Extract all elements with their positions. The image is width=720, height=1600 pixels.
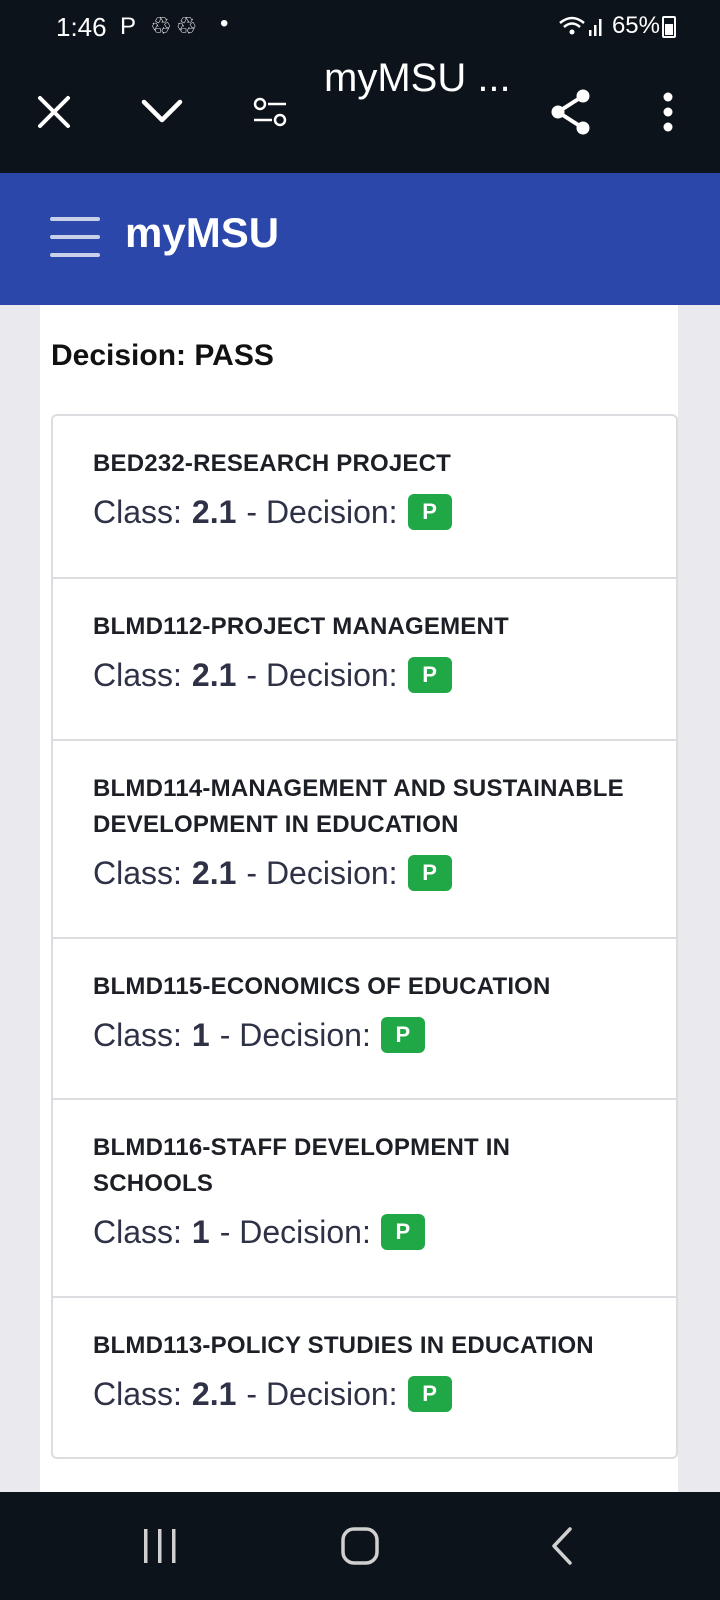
browser-page-title: myMSU ... [324,56,511,100]
list-item: BLMD113-POLICY STUDIES IN EDUCATION Clas… [53,1296,676,1457]
class-value: 1 [191,1017,210,1053]
course-name: BED232-RESEARCH PROJECT [93,450,452,477]
status-time: 1:46 [56,12,107,42]
course-detail: Class: 1 - Decision: P [93,1212,636,1252]
course-detail: Class: 2.1 - Decision: P [93,492,636,532]
class-value: 2.1 [191,657,237,693]
class-label: Class: [93,1214,182,1250]
decision-label: - Decision: [219,1017,371,1053]
decision-badge: P [380,1017,425,1053]
list-item: BLMD115-ECONOMICS OF EDUCATION Class: 1 … [53,937,676,1098]
class-label: Class: [93,1376,182,1412]
decision-label: - Decision: [246,657,398,693]
home-icon[interactable] [328,1514,392,1578]
list-item: BLMD112-PROJECT MANAGEMENT Class: 2.1 - … [53,577,676,739]
notification-dot: • [220,10,229,37]
notification-icons: P ♲♲ [120,13,202,40]
browser-toolbar: myMSU ... [0,52,720,173]
decision-badge: P [407,855,452,891]
class-label: Class: [93,657,182,693]
decision-label: - Decision: [246,855,398,891]
course-name: BLMD112-PROJECT MANAGEMENT [93,613,509,640]
decision-badge: P [380,1214,425,1250]
back-icon[interactable] [530,1514,594,1578]
class-label: Class: [93,494,182,530]
class-label: Class: [93,855,182,891]
class-label: Class: [93,1017,182,1053]
overall-decision: Decision: PASS [51,339,274,372]
course-detail: Class: 1 - Decision: P [93,1015,636,1055]
decision-label: - Decision: [246,494,398,530]
course-detail: Class: 2.1 - Decision: P [93,853,636,893]
app-title: myMSU [125,209,280,256]
system-navigation-bar [0,1492,720,1600]
menu-icon[interactable] [50,217,100,257]
results-panel: Decision: PASS BED232-RESEARCH PROJECT C… [40,305,678,1492]
status-bar: 1:46 P ♲♲ • 65% [0,0,720,52]
decision-label: - Decision: [219,1214,371,1250]
course-results-list: BED232-RESEARCH PROJECT Class: 2.1 - Dec… [51,414,678,1459]
more-vertical-icon[interactable] [638,82,698,142]
class-value: 2.1 [191,855,237,891]
close-icon[interactable] [24,82,84,142]
course-name: BLMD114-MANAGEMENT AND SUSTAINABLE DEVEL… [93,775,624,838]
list-item: BLMD114-MANAGEMENT AND SUSTAINABLE DEVEL… [53,739,676,937]
course-name: BLMD115-ECONOMICS OF EDUCATION [93,973,551,1000]
settings-sliders-icon[interactable] [240,82,300,142]
list-item: BED232-RESEARCH PROJECT Class: 2.1 - Dec… [53,416,676,577]
course-name: BLMD116-STAFF DEVELOPMENT IN SCHOOLS [93,1134,511,1197]
share-icon[interactable] [541,82,601,142]
wifi-signal-icon [559,16,602,36]
class-value: 1 [191,1214,210,1250]
battery-percent: 65% [611,12,660,39]
app-header: myMSU [0,173,720,305]
course-detail: Class: 2.1 - Decision: P [93,655,636,695]
decision-badge: P [407,657,452,693]
chevron-down-icon[interactable] [132,82,192,142]
course-name: BLMD113-POLICY STUDIES IN EDUCATION [93,1332,594,1359]
battery-icon [662,16,676,38]
status-right: 65% [558,12,660,40]
decision-badge: P [407,494,452,530]
list-item: BLMD116-STAFF DEVELOPMENT IN SCHOOLS Cla… [53,1098,676,1296]
course-detail: Class: 2.1 - Decision: P [93,1374,636,1414]
class-value: 2.1 [191,494,237,530]
decision-label: - Decision: [246,1376,398,1412]
decision-badge: P [407,1376,452,1412]
class-value: 2.1 [191,1376,237,1412]
recent-apps-icon[interactable] [128,1514,192,1578]
